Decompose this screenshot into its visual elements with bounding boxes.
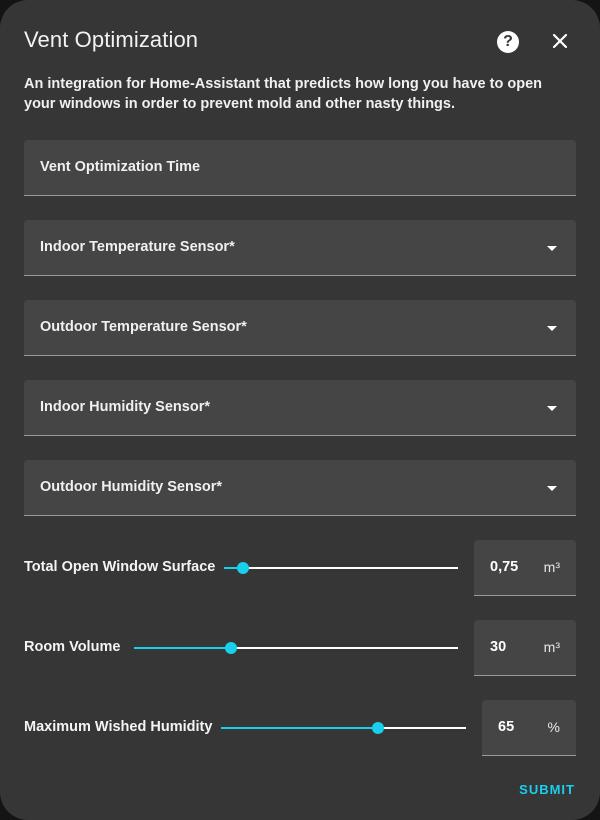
caret-down-icon xyxy=(547,406,557,411)
max-humidity-slider[interactable] xyxy=(221,722,466,734)
max-humidity-input[interactable]: 65 % xyxy=(482,700,576,756)
field-label: Indoor Humidity Sensor* xyxy=(40,399,210,415)
outdoor-temperature-sensor-select[interactable]: Outdoor Temperature Sensor* xyxy=(24,300,576,356)
max-humidity-unit: % xyxy=(547,719,560,735)
max-humidity-value: 65 xyxy=(498,719,515,735)
close-icon[interactable] xyxy=(549,30,571,52)
window-surface-slider[interactable] xyxy=(224,562,458,574)
room-volume-label: Room Volume xyxy=(24,639,121,655)
slider-fill xyxy=(134,647,232,649)
field-label: Outdoor Temperature Sensor* xyxy=(40,319,247,335)
dialog: Vent Optimization ? An integration for H… xyxy=(0,0,600,820)
field-label: Indoor Temperature Sensor* xyxy=(40,239,235,255)
window-surface-label: Total Open Window Surface xyxy=(24,559,216,575)
outdoor-humidity-sensor-select[interactable]: Outdoor Humidity Sensor* xyxy=(24,460,576,516)
room-volume-input[interactable]: 30 m³ xyxy=(474,620,576,676)
dialog-title: Vent Optimization xyxy=(24,27,199,52)
help-icon[interactable]: ? xyxy=(497,31,519,53)
slider-fill xyxy=(221,727,378,729)
caret-down-icon xyxy=(547,326,557,331)
submit-button[interactable]: SUBMIT xyxy=(519,782,575,797)
vent-optimization-name-field[interactable]: Vent Optimization Time xyxy=(24,140,576,196)
room-volume-slider[interactable] xyxy=(134,642,458,654)
field-label: Vent Optimization Time xyxy=(40,159,201,175)
indoor-humidity-sensor-select[interactable]: Indoor Humidity Sensor* xyxy=(24,380,576,436)
caret-down-icon xyxy=(547,246,557,251)
slider-thumb[interactable] xyxy=(236,562,249,574)
indoor-temperature-sensor-select[interactable]: Indoor Temperature Sensor* xyxy=(24,220,576,276)
room-volume-unit: m³ xyxy=(543,639,560,655)
dialog-description: An integration for Home-Assistant that p… xyxy=(24,76,542,112)
room-volume-value: 30 xyxy=(490,639,507,655)
slider-thumb[interactable] xyxy=(371,722,384,734)
window-surface-unit: m³ xyxy=(543,559,560,575)
field-label: Outdoor Humidity Sensor* xyxy=(40,479,223,495)
caret-down-icon xyxy=(547,486,557,491)
slider-thumb[interactable] xyxy=(225,642,238,654)
window-surface-value: 0,75 xyxy=(490,559,519,575)
window-surface-input[interactable]: 0,75 m³ xyxy=(474,540,576,596)
max-humidity-label: Maximum Wished Humidity xyxy=(24,719,213,735)
